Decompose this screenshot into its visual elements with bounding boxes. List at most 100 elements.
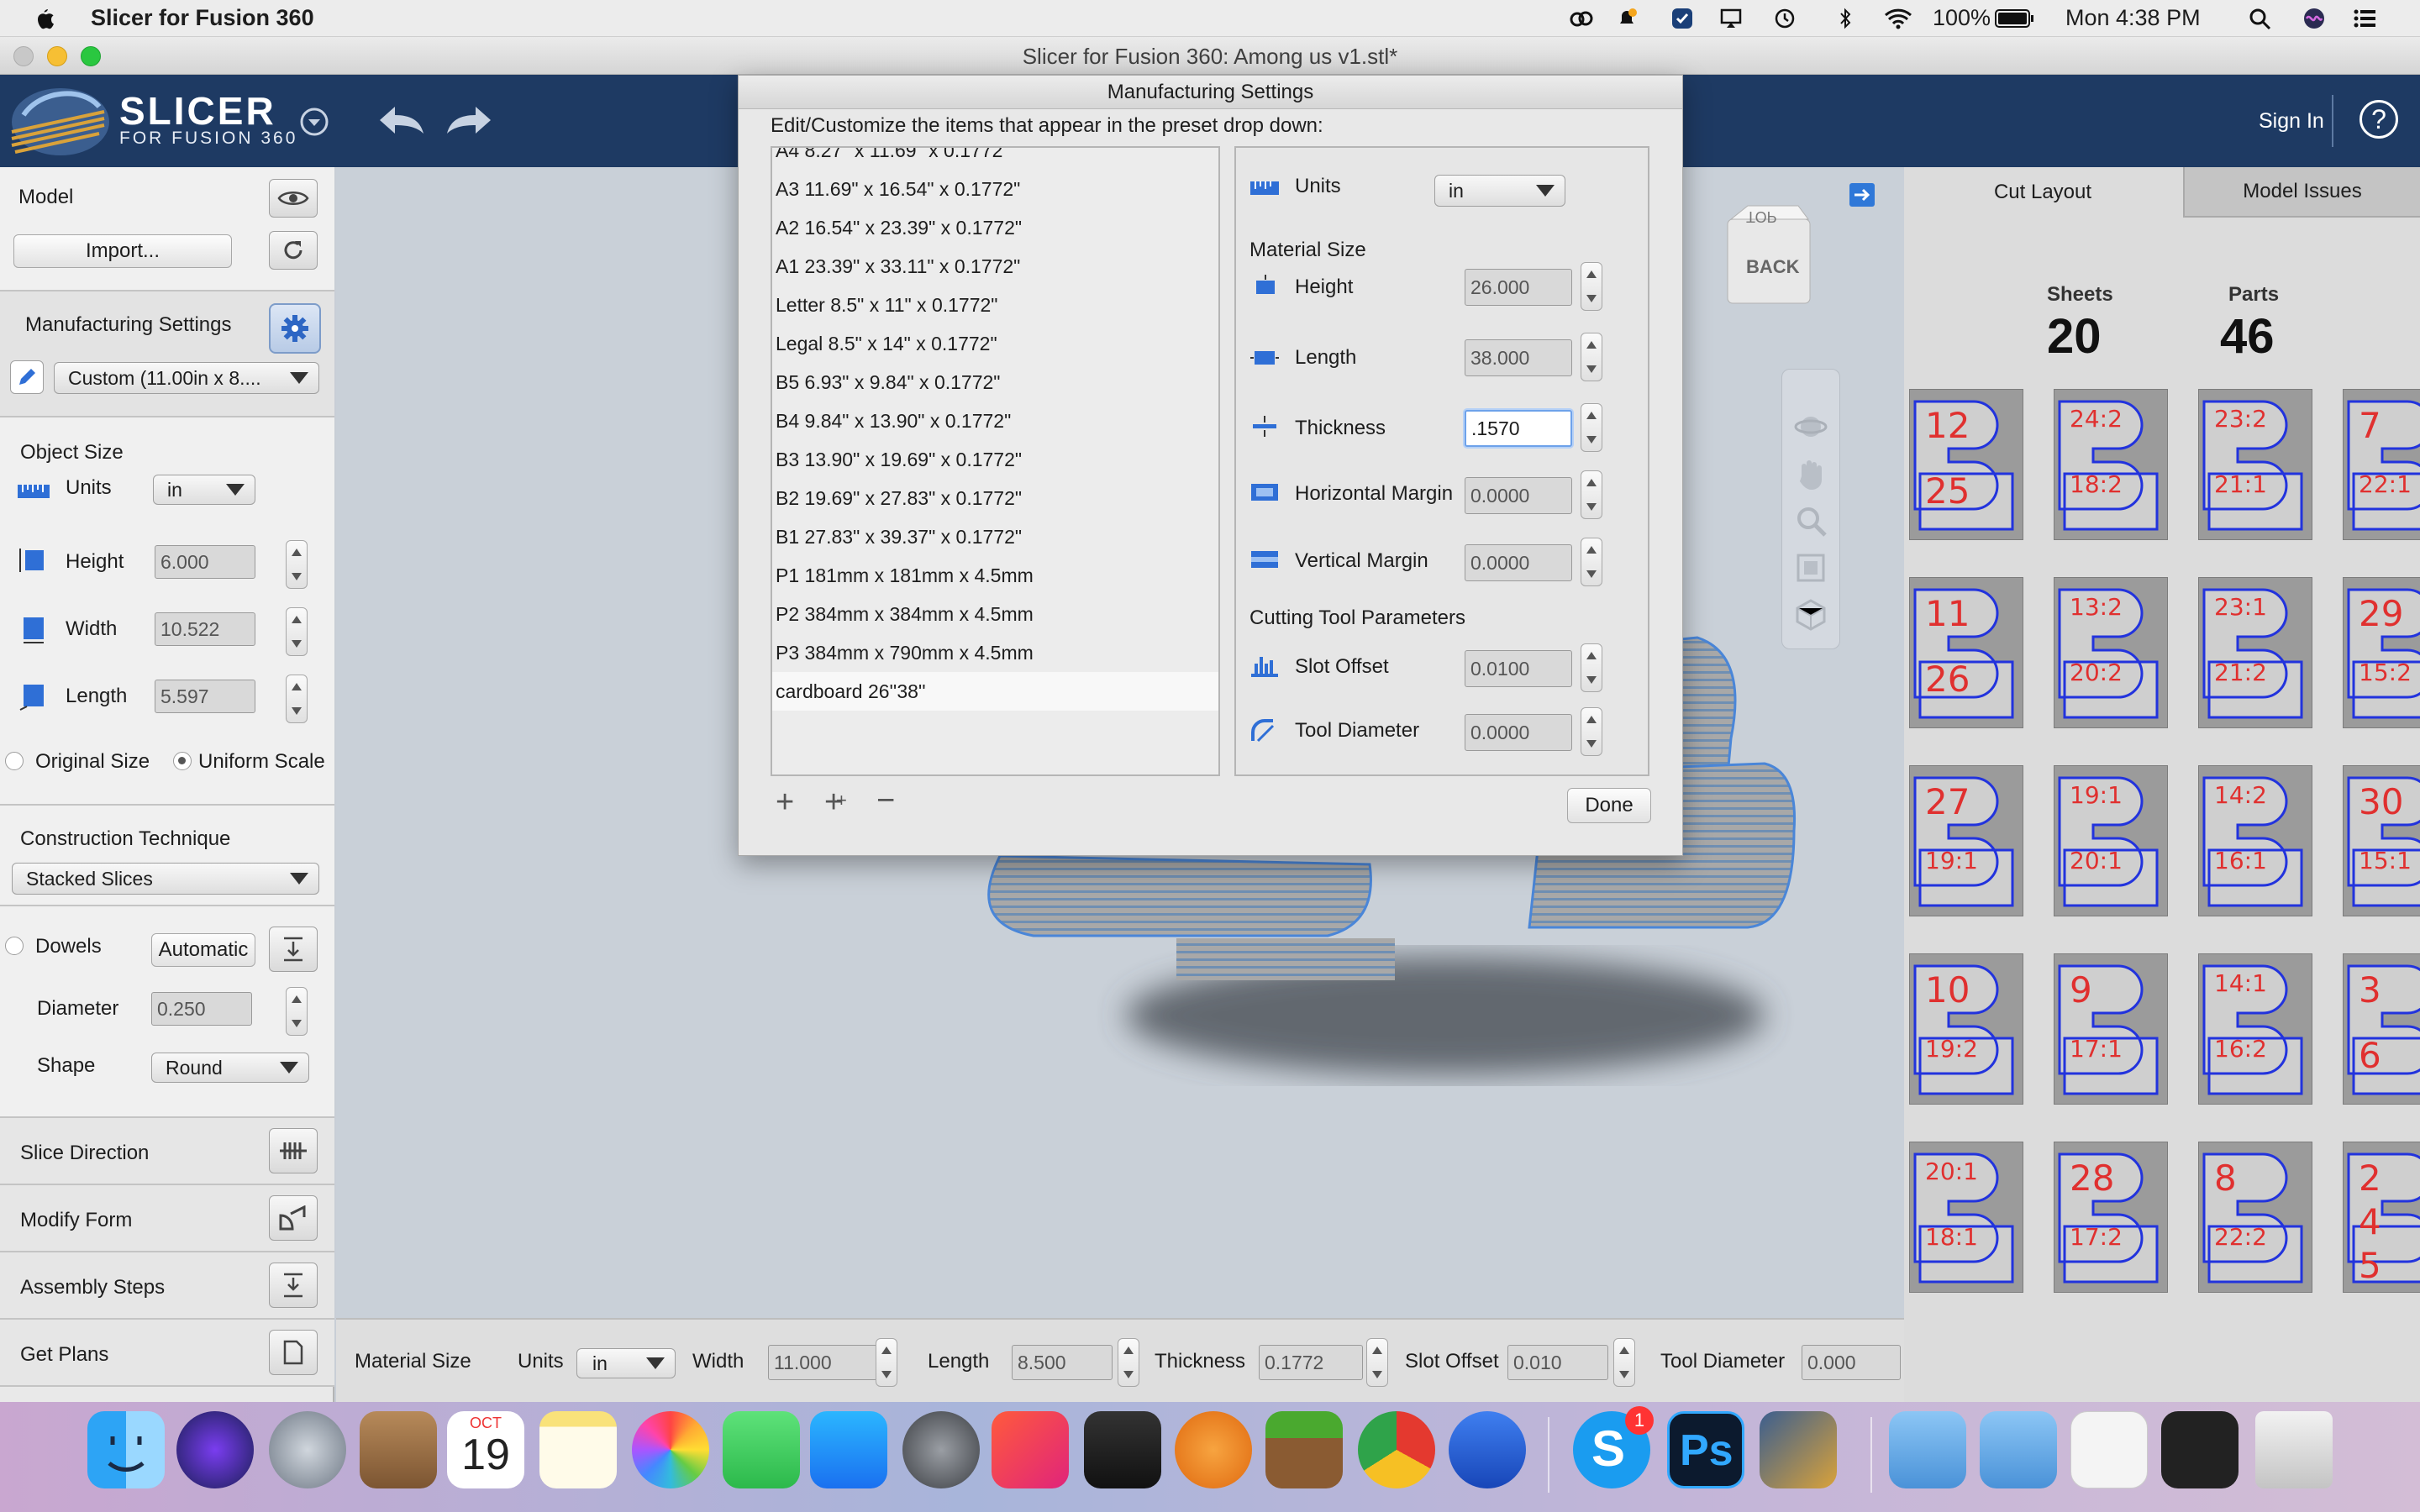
sheet-thumbnail[interactable]: 27 19:1 <box>1909 765 2023 916</box>
help-button[interactable]: ? <box>2360 100 2398 139</box>
height-stepper[interactable] <box>286 540 308 589</box>
menubar-clock[interactable]: Mon 4:38 PM <box>2065 5 2201 31</box>
siri-icon[interactable] <box>2302 8 2326 29</box>
length-stepper[interactable] <box>286 675 308 723</box>
preset-item[interactable]: B2 19.69" x 27.83" x 0.1772" <box>772 479 1218 517</box>
dowels-automatic-button[interactable]: Automatic <box>151 933 255 967</box>
fit-view-icon[interactable] <box>1793 550 1828 585</box>
bottom-slot-offset-field[interactable]: 0.010 <box>1507 1345 1608 1380</box>
siri-dock-icon[interactable] <box>176 1411 254 1488</box>
sheet-thumbnail[interactable]: 13:2 20:2 <box>2054 577 2168 728</box>
preset-item[interactable]: P1 181mm x 181mm x 4.5mm <box>772 556 1218 595</box>
dialog-tool-diameter-field[interactable]: 0.0000 <box>1465 714 1572 751</box>
final-cut-icon[interactable] <box>1084 1411 1161 1488</box>
app-store-icon[interactable] <box>810 1411 887 1488</box>
launchpad-icon[interactable] <box>269 1411 346 1488</box>
preset-item[interactable]: B5 6.93" x 9.84" x 0.1772" <box>772 363 1218 402</box>
preset-item[interactable]: cardboard 26''38'' <box>772 672 1218 711</box>
dialog-length-field[interactable]: 38.000 <box>1465 339 1572 376</box>
bottom-slot-offset-stepper[interactable] <box>1613 1338 1635 1387</box>
sheet-thumbnail[interactable]: 7 22:1 <box>2343 389 2420 540</box>
slice-direction-section[interactable]: Slice Direction <box>0 1118 334 1185</box>
preset-item[interactable]: A4 8.27" x 11.69" x 0.1772" <box>772 148 1218 170</box>
orbit-icon[interactable] <box>1793 409 1828 444</box>
preset-item[interactable]: Letter 8.5" x 11" x 0.1772" <box>772 286 1218 324</box>
import-button[interactable]: Import... <box>13 234 232 268</box>
creative-cloud-icon[interactable] <box>1570 8 1593 29</box>
preset-item[interactable]: P2 384mm x 384mm x 4.5mm <box>772 595 1218 633</box>
sheet-thumbnail[interactable]: 28 17:2 <box>2054 1142 2168 1293</box>
get-plans-section[interactable]: Get Plans <box>0 1320 334 1387</box>
dialog-hmargin-stepper[interactable] <box>1581 470 1602 519</box>
sheet-thumbnail[interactable]: 29 15:2 <box>2343 577 2420 728</box>
visibility-toggle-button[interactable] <box>269 179 318 218</box>
sign-in-link[interactable]: Sign In <box>2259 109 2324 134</box>
sheet-thumbnail[interactable]: 24:2 18:2 <box>2054 389 2168 540</box>
dialog-thickness-stepper[interactable] <box>1581 403 1602 452</box>
diameter-field[interactable]: 0.250 <box>151 992 252 1026</box>
home-view-icon[interactable] <box>1793 597 1828 633</box>
checkmark-shield-icon[interactable] <box>1670 8 1694 29</box>
screenshot-stack-icon[interactable] <box>2161 1411 2238 1488</box>
dialog-slot-offset-stepper[interactable] <box>1581 643 1602 692</box>
notes-icon[interactable] <box>539 1411 617 1488</box>
dialog-vmargin-stepper[interactable] <box>1581 538 1602 586</box>
sheet-thumbnail[interactable]: 30 15:1 <box>2343 765 2420 916</box>
sheet-thumbnail[interactable]: 23:1 21:2 <box>2198 577 2312 728</box>
sheet-thumbnail[interactable]: 245 <box>2343 1142 2420 1293</box>
bottom-length-field[interactable]: 8.500 <box>1012 1345 1113 1380</box>
system-preferences-icon[interactable] <box>902 1411 980 1488</box>
applications-folder-icon[interactable] <box>1980 1411 2057 1488</box>
downloads-folder-icon[interactable] <box>1889 1411 1966 1488</box>
dialog-height-field[interactable]: 26.000 <box>1465 269 1572 306</box>
preset-item[interactable]: A3 11.69" x 16.54" x 0.1772" <box>772 170 1218 208</box>
slicer-dock-icon[interactable] <box>1760 1411 1837 1488</box>
construction-dropdown[interactable]: Stacked Slices <box>12 863 319 895</box>
photoshop-icon[interactable]: Ps <box>1667 1411 1744 1488</box>
photos-icon[interactable] <box>632 1411 709 1488</box>
original-size-radio[interactable] <box>5 752 24 770</box>
minecraft-icon[interactable] <box>1265 1411 1343 1488</box>
calendar-icon[interactable]: OCT 19 <box>447 1411 524 1488</box>
bottom-width-field[interactable]: 11.000 <box>768 1345 877 1380</box>
battery-icon[interactable] <box>1995 8 2035 29</box>
expand-panel-icon[interactable] <box>1849 182 1876 207</box>
bottom-thickness-stepper[interactable] <box>1366 1338 1388 1387</box>
sheet-thumbnail[interactable]: 8 22:2 <box>2198 1142 2312 1293</box>
uniform-scale-radio[interactable] <box>173 752 192 770</box>
wifi-icon[interactable] <box>1884 8 1912 29</box>
redo-icon[interactable] <box>444 103 494 137</box>
sheet-thumbnail[interactable]: 14:1 16:2 <box>2198 953 2312 1105</box>
recent-document-icon[interactable] <box>2070 1411 2148 1488</box>
dialog-units-dropdown[interactable]: in <box>1434 175 1565 207</box>
modify-form-section[interactable]: Modify Form <box>0 1185 334 1252</box>
preset-item[interactable]: P3 384mm x 790mm x 4.5mm <box>772 633 1218 672</box>
sheet-thumbnail[interactable]: 20:1 18:1 <box>1909 1142 2023 1293</box>
shape-dropdown[interactable]: Round <box>151 1053 309 1083</box>
preset-item[interactable]: B3 13.90" x 19.69" x 0.1772" <box>772 440 1218 479</box>
skype-icon[interactable]: S 1 <box>1573 1406 1654 1488</box>
bottom-width-stepper[interactable] <box>876 1338 897 1387</box>
dialog-tool-diameter-stepper[interactable] <box>1581 707 1602 756</box>
bottom-units-dropdown[interactable]: in <box>576 1348 676 1378</box>
length-field[interactable]: 5.597 <box>155 680 255 713</box>
width-field[interactable]: 10.522 <box>155 612 255 646</box>
bottom-length-stepper[interactable] <box>1118 1338 1139 1387</box>
preset-item[interactable]: Legal 8.5" x 14" x 0.1772" <box>772 324 1218 363</box>
chrome-icon[interactable] <box>1358 1411 1435 1488</box>
blender-icon[interactable] <box>1175 1411 1252 1488</box>
sheet-thumbnail[interactable]: 10 19:2 <box>1909 953 2023 1105</box>
trash-icon[interactable] <box>2255 1411 2333 1488</box>
pan-hand-icon[interactable] <box>1793 456 1828 491</box>
contacts-icon[interactable] <box>360 1411 437 1488</box>
sheet-thumbnail[interactable]: 19:1 20:1 <box>2054 765 2168 916</box>
dialog-height-stepper[interactable] <box>1581 262 1602 311</box>
bottom-thickness-field[interactable]: 0.1772 <box>1259 1345 1363 1380</box>
zoom-magnifier-icon[interactable] <box>1793 503 1828 538</box>
sheet-thumbnail[interactable]: 11 26 <box>1909 577 2023 728</box>
slice-direction-button[interactable] <box>269 1128 318 1173</box>
sheet-thumbnail[interactable]: 23:2 21:1 <box>2198 389 2312 540</box>
manufacturing-settings-button[interactable] <box>269 303 321 354</box>
dowels-radio[interactable] <box>5 937 24 955</box>
chevron-down-circle-icon[interactable] <box>299 107 329 137</box>
